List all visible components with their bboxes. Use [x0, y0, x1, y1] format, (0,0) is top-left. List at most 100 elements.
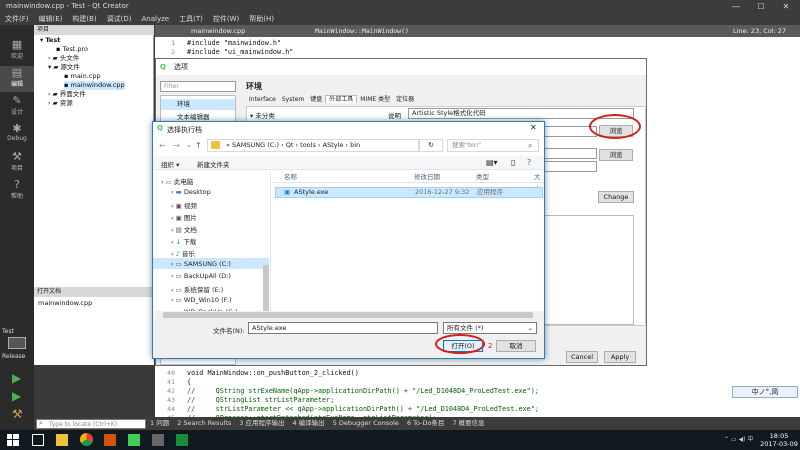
mode-design[interactable]: ✎ 设计 [0, 94, 34, 120]
nav-documents[interactable]: › ▤ 文档 [171, 224, 197, 234]
menu-tools[interactable]: 工具(T) [174, 13, 208, 25]
clock[interactable]: 18:05 2017-03-09 [760, 432, 798, 448]
editor-file-tab[interactable]: mainwindow.cpp [191, 25, 245, 37]
maximize-button[interactable]: ☐ [752, 1, 770, 12]
mode-edit[interactable]: ▤ 编辑 [0, 66, 34, 92]
chrome-icon[interactable] [80, 433, 93, 446]
editor-symbol-selector[interactable]: MainWindow::MainWindow() [315, 25, 409, 37]
nav-this-pc[interactable]: › ▭ 此电脑 [161, 176, 193, 186]
mode-help[interactable]: ? 帮助 [0, 178, 34, 204]
cancel-button[interactable]: Cancel [566, 351, 598, 363]
close-icon[interactable]: ✕ [530, 123, 537, 132]
file-row[interactable]: ▣ AStyle.exe 2016-12-27 9:32 应用程序 [275, 187, 543, 198]
nav-pictures[interactable]: › ▣ 图片 [171, 212, 197, 222]
nav-drive-f[interactable]: › ▭ WD_Win10 (F:) [171, 296, 232, 304]
tab-keyboard[interactable]: 键盘 [307, 96, 325, 103]
close-button[interactable]: ✕ [777, 1, 795, 12]
minimize-button[interactable]: — [727, 1, 745, 12]
menu-help[interactable]: 帮助(H) [244, 13, 279, 25]
open-documents-panel: mainwindow.cpp [34, 297, 154, 365]
monitor-icon[interactable] [8, 337, 26, 349]
output-tab-app-output[interactable]: 3 应用程序输出 [235, 417, 288, 430]
tree-item-project[interactable]: ▾ Test [40, 36, 60, 45]
nav-scrollbar[interactable] [263, 265, 269, 317]
view-options-icon[interactable]: ▤▾ [486, 158, 498, 167]
history-chevron-icon[interactable]: ⌄ [186, 141, 192, 149]
tree-item-mainwindow-cpp[interactable]: ▪ mainwindow.cpp [64, 81, 125, 90]
task-view-icon[interactable] [32, 434, 44, 446]
tree-item-headers[interactable]: › ▰ 头文件 [48, 54, 79, 63]
scrollbar-thumb[interactable] [163, 312, 533, 318]
output-tab-compile[interactable]: 4 编译输出 [288, 417, 328, 430]
tab-system[interactable]: System [279, 96, 307, 103]
output-tab-search[interactable]: 2 Search Results [173, 417, 235, 430]
browse-dir-button[interactable]: 浏览 [599, 149, 633, 161]
change-button[interactable]: Change [598, 191, 634, 203]
address-bar[interactable]: « SAMSUNG (C:) › Qt › tools › AStyle › b… [207, 139, 419, 152]
back-arrow-icon[interactable]: ← [159, 141, 166, 150]
preview-pane-icon[interactable]: ▯ [511, 158, 515, 167]
tree-item-main-cpp[interactable]: ▪ main.cpp [64, 72, 101, 81]
column-date[interactable]: 修改日期 [414, 171, 440, 183]
output-tab-issues[interactable]: 1 问题 [146, 417, 173, 430]
environment-list[interactable] [544, 215, 634, 325]
tab-locator[interactable]: 定位器 [393, 96, 417, 103]
windows-start-icon[interactable] [7, 434, 19, 446]
tab-mime-types[interactable]: MIME 类型 [357, 96, 393, 103]
open-doc-item[interactable]: mainwindow.cpp [38, 299, 92, 308]
column-type[interactable]: 类型 [476, 171, 489, 183]
menu-analyze[interactable]: Analyze [137, 13, 175, 25]
refresh-icon[interactable]: ↻ [419, 139, 443, 152]
nav-downloads[interactable]: › ↓ 下载 [171, 236, 196, 246]
help-icon[interactable]: ? [527, 158, 531, 167]
category-environment[interactable]: 环境 [161, 99, 235, 110]
column-name[interactable]: 名称 [284, 171, 297, 183]
nav-music[interactable]: › ♪ 音乐 [171, 248, 195, 258]
filename-input[interactable]: AStyle.exe [248, 322, 438, 334]
organize-menu[interactable]: 组织 ▾ [161, 159, 179, 169]
up-arrow-icon[interactable]: ↑ [195, 141, 202, 150]
locator-input[interactable]: Type to locate (Ctrl+K) [36, 419, 146, 429]
output-tab-todo[interactable]: 6 To-Do条目 [403, 417, 449, 430]
app-icon[interactable] [152, 434, 164, 446]
mode-welcome[interactable]: ▦ 欢迎 [0, 38, 34, 64]
menu-build[interactable]: 构建(B) [67, 13, 101, 25]
nav-videos[interactable]: › ▣ 视频 [171, 200, 197, 210]
mode-debug[interactable]: ✱ Debug [0, 122, 34, 148]
nav-desktop[interactable]: › ▬ Desktop [171, 188, 211, 196]
tree-item-sources[interactable]: ▾ ▰ 源文件 [48, 63, 80, 72]
tree-item-resources[interactable]: › ▰ 资源 [48, 99, 73, 108]
build-hammer-icon[interactable]: ⚒ [12, 407, 23, 421]
ime-toolbar[interactable]: 中ノ°,简 [732, 386, 798, 398]
output-tab-debugger[interactable]: 5 Debugger Console [329, 417, 403, 430]
menu-widgets[interactable]: 控件(W) [208, 13, 244, 25]
file-cancel-button[interactable]: 取消 [496, 340, 536, 352]
output-tab-general[interactable]: 7 概要信息 [448, 417, 488, 430]
apply-button[interactable]: Apply [604, 351, 636, 363]
tree-item-forms[interactable]: › ▰ 界面文件 [48, 90, 86, 99]
menu-file[interactable]: 文件(F) [0, 13, 34, 25]
search-folder-input[interactable]: 搜索"bin" [447, 139, 539, 152]
tree-item-pro-file[interactable]: ▪ Test.pro [56, 45, 88, 54]
forward-arrow-icon[interactable]: → [173, 141, 180, 150]
app-icon[interactable] [176, 434, 188, 446]
file-type-select[interactable]: 所有文件 (*) ⌄ [443, 322, 537, 334]
menu-edit[interactable]: 编辑(E) [34, 13, 68, 25]
horizontal-scrollbar[interactable] [155, 311, 544, 319]
nav-drive-d[interactable]: › ▭ BackUpAll (D:) [171, 272, 231, 280]
run-icon[interactable]: ▶ [12, 371, 21, 385]
tab-external-tools[interactable]: 外部工具 [325, 95, 358, 103]
explorer-icon[interactable] [56, 434, 68, 446]
new-folder-button[interactable]: 新建文件夹 [197, 159, 230, 169]
app-icon[interactable] [104, 434, 116, 446]
nav-drive-e[interactable]: › ▭ 系统保留 (E:) [171, 284, 223, 294]
nav-drive-c[interactable]: › ▭ SAMSUNG (C:) [171, 260, 231, 268]
system-tray[interactable]: ⌃ ▭ ◀) 中 [724, 434, 764, 443]
mode-projects[interactable]: ⚒ 项目 [0, 150, 34, 176]
options-filter-input[interactable]: Filter [160, 81, 236, 92]
menu-debug[interactable]: 调试(D) [102, 13, 137, 25]
tab-interface[interactable]: Interface [246, 96, 279, 103]
debug-run-icon[interactable]: ▶ [12, 389, 21, 403]
qt-creator-icon[interactable] [128, 434, 140, 446]
tools-tree-uncategorized[interactable]: ▾ 未分类 [250, 110, 275, 120]
